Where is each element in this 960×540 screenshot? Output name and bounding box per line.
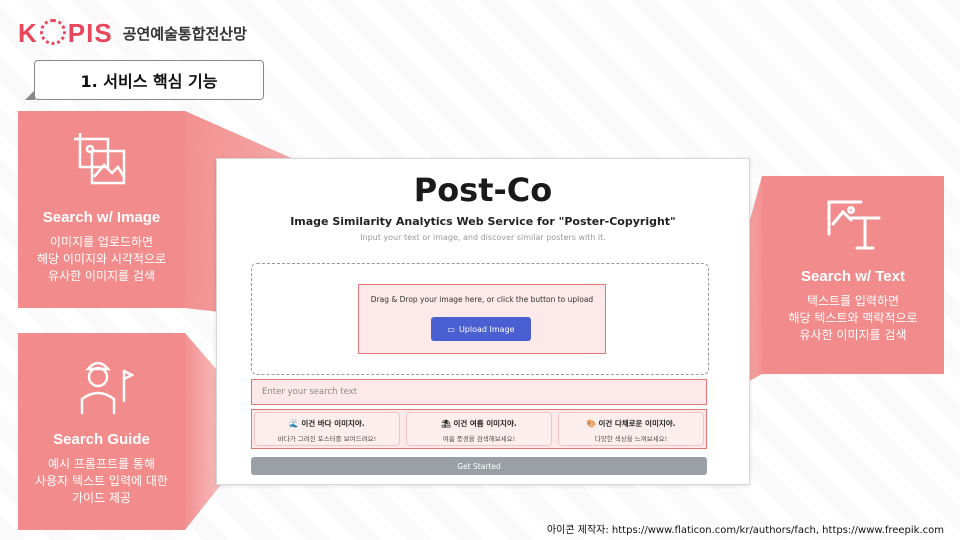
app-title: Post-Co	[413, 171, 553, 209]
panel-title: Search w/ Image	[42, 209, 161, 226]
image-upload-icon: ▭	[447, 324, 455, 334]
panel-description: 이미지를 업로드하면 해당 이미지와 시각적으로 유사한 이미지를 검색	[18, 234, 185, 285]
guide-description: 여름 풍경을 검색해보세요!	[442, 435, 516, 443]
umbrella-icon: ⛱	[441, 419, 451, 428]
guide-title: 🌊 이건 바다 이미지야.	[255, 418, 399, 429]
desc-line: 해당 텍스트와 맥락적으로	[788, 311, 918, 325]
guide-card-sea[interactable]: 🌊 이건 바다 이미지야. 바다가 그려진 포스터를 보여드려요!	[254, 412, 400, 446]
guide-title-text: 이건 바다 이미지야.	[301, 419, 365, 428]
drop-instructions: Drag & Drop your image here, or click th…	[370, 295, 594, 304]
desc-line: 유사한 이미지를 검색	[48, 269, 155, 283]
prompt-guide-row: 🌊 이건 바다 이미지야. 바다가 그려진 포스터를 보여드려요! ⛱ 이건 여…	[251, 409, 707, 449]
search-with-image-panel: Search w/ Image 이미지를 업로드하면 해당 이미지와 시각적으로…	[18, 111, 185, 308]
search-text-field[interactable]	[251, 379, 707, 405]
desc-line: 가이드 제공	[71, 491, 131, 505]
logo-subtitle: 공연예술통합전산망	[122, 25, 247, 43]
panel-description: 예시 프롬프트를 통해 사용자 텍스트 입력에 대한 가이드 제공	[18, 456, 185, 507]
guide-card-summer[interactable]: ⛱ 이건 여름 이미지야. 여름 풍경을 검색해보세요!	[406, 412, 552, 446]
panel-description: 텍스트를 입력하면 해당 텍스트와 맥락적으로 유사한 이미지를 검색	[762, 293, 944, 344]
get-started-button[interactable]: Get Started	[251, 457, 707, 475]
desc-line: 이미지를 업로드하면	[49, 235, 154, 249]
drop-area-highlight[interactable]: Drag & Drop your image here, or click th…	[358, 284, 606, 354]
guide-title-text: 이건 여름 이미지야.	[453, 419, 517, 428]
desc-line: 예시 프롬프트를 통해	[48, 457, 155, 471]
guide-title-text: 이건 다채로운 이미지야.	[598, 419, 676, 428]
palette-icon: 🎨	[586, 419, 596, 428]
image-text-icon	[827, 200, 881, 250]
search-input[interactable]	[260, 386, 698, 398]
guide-description: 다양한 색상을 느껴보세요!	[594, 435, 668, 443]
kopis-logo: K PIS 공연예술통합전산망	[18, 18, 247, 49]
guide-description: 바다가 그려진 포스터를 보여드려요!	[277, 435, 377, 443]
upload-button-label: Upload Image	[458, 324, 515, 334]
image-frame-icon	[73, 133, 125, 185]
logo-mark: K PIS	[18, 18, 113, 48]
image-dropzone[interactable]: Drag & Drop your image here, or click th…	[251, 263, 709, 375]
guide-title: 🎨 이건 다채로운 이미지야.	[559, 418, 703, 429]
desc-line: 유사한 이미지를 검색	[799, 328, 907, 342]
panel-title: Search Guide	[53, 431, 150, 448]
upload-image-button[interactable]: ▭ Upload Image	[431, 317, 531, 341]
guide-title: ⛱ 이건 여름 이미지야.	[407, 418, 551, 429]
logo-dot-ring-icon	[39, 19, 66, 45]
search-guide-panel: Search Guide 예시 프롬프트를 통해 사용자 텍스트 입력에 대한 …	[18, 333, 185, 530]
golfer-icon	[80, 361, 134, 415]
postco-app-window: Post-Co Image Similarity Analytics Web S…	[216, 158, 750, 485]
icon-credit: 아이콘 제작자: https://www.flaticon.com/kr/aut…	[546, 525, 944, 536]
app-hint: Input your text or image, and discover s…	[360, 233, 606, 242]
panel-title: Search w/ Text	[801, 268, 905, 285]
section-title: 1. 서비스 핵심 기능	[25, 60, 264, 100]
guide-card-colorful[interactable]: 🎨 이건 다채로운 이미지야. 다양한 색상을 느껴보세요!	[558, 412, 704, 446]
desc-line: 텍스트를 입력하면	[806, 294, 900, 308]
desc-line: 사용자 텍스트 입력에 대한	[35, 474, 168, 488]
desc-line: 해당 이미지와 시각적으로	[36, 252, 167, 266]
app-subtitle: Image Similarity Analytics Web Service f…	[290, 215, 676, 228]
wave-icon: 🌊	[289, 419, 299, 428]
search-with-text-panel: Search w/ Text 텍스트를 입력하면 해당 텍스트와 맥락적으로 유…	[762, 176, 944, 374]
